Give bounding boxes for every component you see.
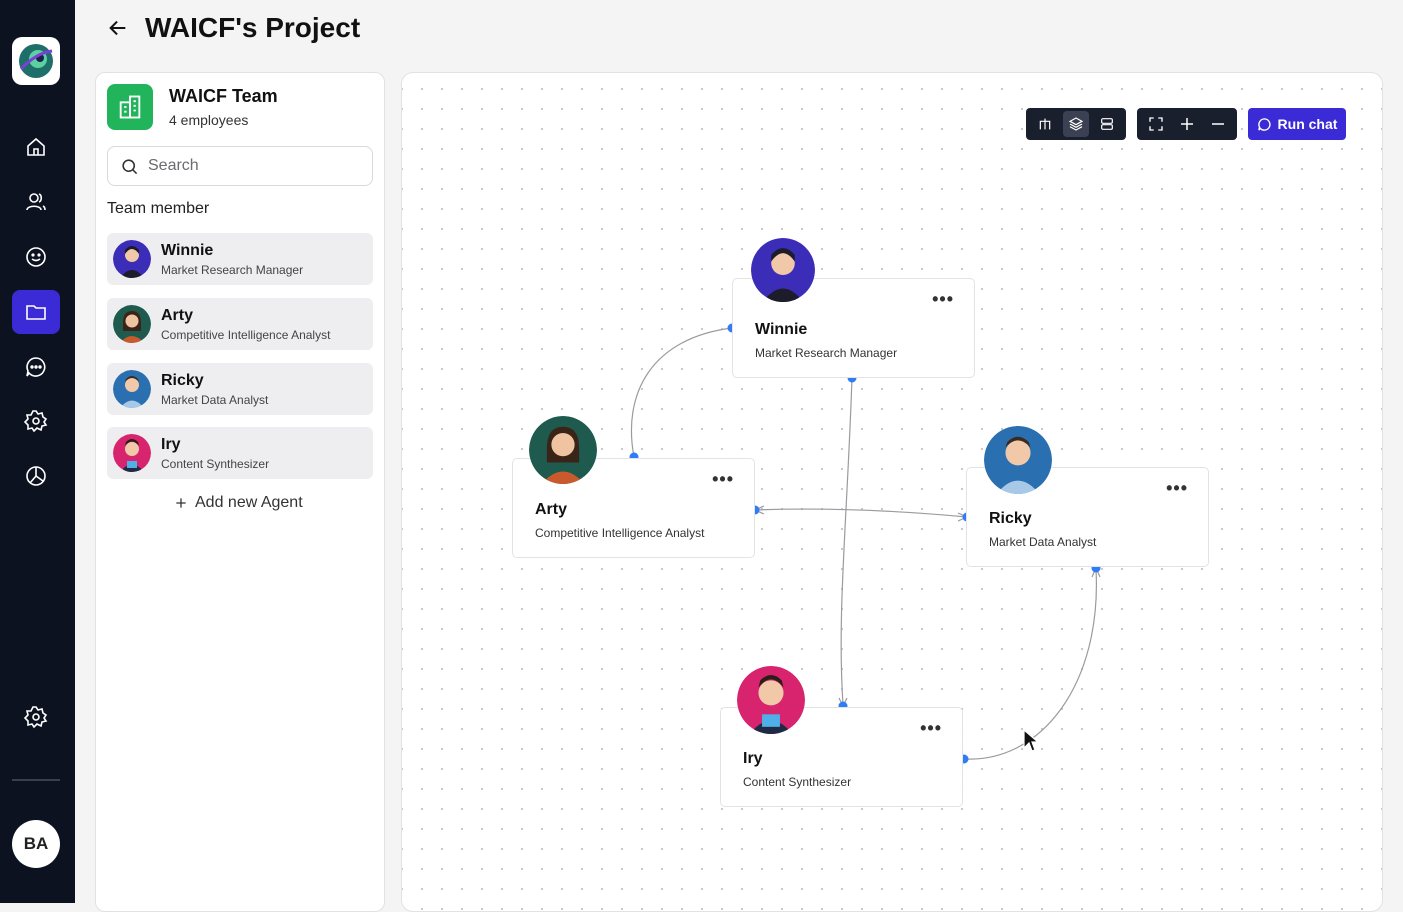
search-icon: [122, 158, 138, 174]
user-avatar[interactable]: BA: [12, 820, 60, 868]
folder-icon: [26, 305, 46, 320]
tree-layout-button[interactable]: [1032, 111, 1057, 137]
search-box[interactable]: [107, 146, 373, 186]
avatar: [113, 305, 151, 343]
team-count: 4 employees: [169, 112, 249, 128]
avatar: [113, 434, 151, 472]
mouse-cursor-icon: [1023, 728, 1040, 752]
page-header: WAICF's Project: [105, 10, 360, 46]
avatar: [113, 370, 151, 408]
flow-canvas[interactable]: Run chat ••• Winnie Market Research Mana…: [401, 72, 1383, 912]
member-role: Market Data Analyst: [161, 392, 269, 407]
run-chat-button[interactable]: Run chat: [1248, 108, 1346, 140]
node-role: Competitive Intelligence Analyst: [535, 526, 705, 540]
smile-icon: [26, 247, 46, 267]
run-chat-label: Run chat: [1277, 116, 1338, 132]
nav-home[interactable]: [12, 125, 60, 169]
member-role: Market Research Manager: [161, 262, 304, 277]
member-name: Arty: [161, 306, 194, 324]
node-avatar-winnie: [751, 238, 815, 302]
list-view-button[interactable]: [1095, 111, 1120, 137]
node-name: Ricky: [989, 510, 1032, 527]
home-icon: [27, 137, 45, 156]
settings-icon: [24, 410, 48, 433]
zoom-in-button[interactable]: [1174, 111, 1199, 137]
team-panel: WAICF Team 4 employees Team member Winni…: [95, 72, 385, 912]
node-role: Market Research Manager: [755, 346, 898, 360]
node-name: Iry: [743, 750, 763, 767]
member-ricky[interactable]: Ricky Market Data Analyst: [107, 363, 373, 415]
nav-agents[interactable]: [12, 235, 60, 279]
edge-winnie-iry: [840, 377, 853, 706]
avatar: [113, 240, 151, 278]
member-name: Winnie: [161, 241, 214, 259]
edge-arty-ricky: [754, 508, 968, 518]
member-role: Competitive Intelligence Analyst: [161, 327, 331, 342]
more-options-icon[interactable]: •••: [932, 289, 954, 310]
nav-analytics[interactable]: [12, 454, 60, 498]
member-iry[interactable]: Iry Content Synthesizer: [107, 427, 373, 479]
member-winnie[interactable]: Winnie Market Research Manager: [107, 233, 373, 285]
search-input[interactable]: [148, 157, 348, 175]
chat-bubble-icon: [1257, 117, 1271, 131]
node-name: Winnie: [755, 321, 808, 338]
view-toolbar: [1026, 108, 1126, 140]
team-header: WAICF Team 4 employees: [107, 84, 278, 130]
zoom-out-button[interactable]: [1206, 111, 1231, 137]
member-name: Iry: [161, 435, 181, 453]
more-options-icon[interactable]: •••: [1166, 478, 1188, 499]
plus-icon: [176, 498, 186, 508]
fit-view-button[interactable]: [1143, 111, 1168, 137]
building-icon: [107, 84, 153, 130]
minus-icon: [1212, 123, 1225, 125]
node-avatar-iry: [737, 666, 805, 734]
node-role: Content Synthesizer: [743, 775, 852, 789]
layers-icon: [1068, 117, 1084, 131]
plus-icon: [1180, 118, 1193, 130]
member-name: Ricky: [161, 371, 204, 389]
team-name: WAICF Team: [169, 86, 278, 106]
rail-divider: [12, 779, 60, 781]
nav-projects[interactable]: [12, 290, 60, 334]
nav-users[interactable]: [12, 180, 60, 224]
left-rail: BA: [0, 0, 75, 903]
app-logo-icon: [19, 44, 53, 78]
zoom-toolbar: [1137, 108, 1237, 140]
app-logo[interactable]: [12, 37, 60, 85]
page-title: WAICF's Project: [145, 12, 361, 43]
member-arty[interactable]: Arty Competitive Intelligence Analyst: [107, 298, 373, 350]
chart-pie-icon: [26, 466, 46, 486]
nav-chat[interactable]: [12, 345, 60, 389]
layers-button[interactable]: [1063, 111, 1089, 137]
nav-preferences[interactable]: [12, 695, 60, 739]
arrow-left-icon: [109, 20, 126, 36]
node-role: Market Data Analyst: [989, 535, 1097, 549]
back-button[interactable]: [105, 15, 131, 41]
users-icon: [26, 193, 46, 211]
add-agent-button[interactable]: Add new Agent: [174, 494, 303, 512]
more-options-icon[interactable]: •••: [920, 718, 942, 739]
edge-winnie-arty: [630, 327, 733, 458]
tree-icon: [1039, 118, 1050, 130]
more-options-icon[interactable]: •••: [712, 469, 734, 490]
chat-icon: [26, 357, 46, 377]
section-label: Team member: [107, 200, 210, 217]
node-name: Arty: [535, 501, 568, 518]
add-agent-label: Add new Agent: [195, 494, 303, 511]
rows-icon: [1101, 118, 1114, 130]
fullscreen-icon: [1148, 117, 1163, 131]
gear-icon: [24, 706, 48, 729]
nav-settings[interactable]: [12, 399, 60, 443]
node-avatar-ricky: [984, 426, 1052, 494]
member-role: Content Synthesizer: [161, 456, 270, 471]
node-avatar-arty: [529, 416, 597, 484]
